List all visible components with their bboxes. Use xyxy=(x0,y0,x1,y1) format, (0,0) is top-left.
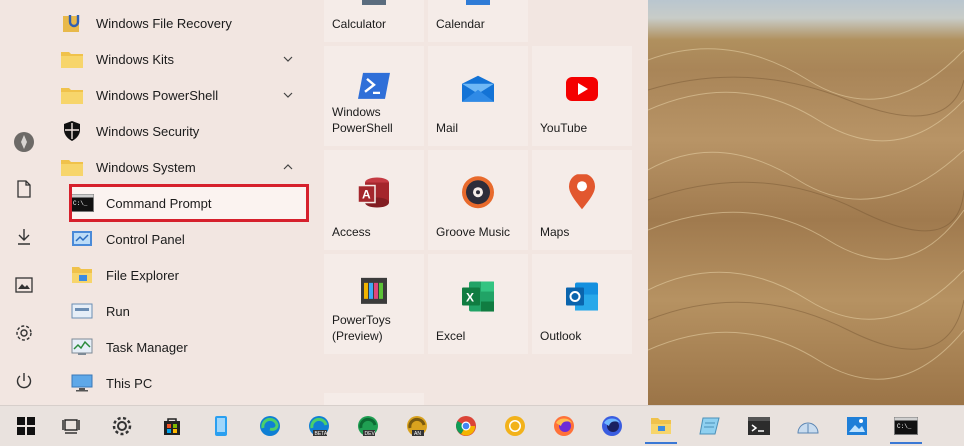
folder-icon xyxy=(60,47,84,71)
svg-text:AN: AN xyxy=(414,431,421,437)
edge-icon[interactable] xyxy=(254,410,286,442)
firefox-icon[interactable] xyxy=(548,410,580,442)
app-windows-kits[interactable]: Windows Kits xyxy=(60,41,308,77)
svg-text:X: X xyxy=(466,291,474,305)
tile-groove-music[interactable]: Groove Music xyxy=(428,150,528,250)
power-icon[interactable] xyxy=(8,365,40,397)
edge-beta-icon[interactable]: BETA xyxy=(303,410,335,442)
app-task-manager[interactable]: Task Manager xyxy=(70,329,308,365)
shield-icon xyxy=(60,119,84,143)
app-run[interactable]: Run xyxy=(70,293,308,329)
youtube-icon xyxy=(565,76,599,107)
folder-icon xyxy=(60,155,84,179)
groove-music-icon xyxy=(460,174,496,215)
app-windows-security[interactable]: Windows Security xyxy=(60,113,308,149)
start-rail xyxy=(0,0,48,405)
tile-mail[interactable]: Mail xyxy=(428,46,528,146)
this-pc-icon xyxy=(70,371,94,395)
app-command-prompt[interactable]: C:\_ Command Prompt xyxy=(69,184,309,222)
pictures-icon[interactable] xyxy=(8,269,40,301)
calculator-icon xyxy=(360,0,388,12)
powertoys-icon xyxy=(360,277,388,310)
firefox-nightly-icon[interactable] xyxy=(596,410,628,442)
outlook-icon xyxy=(565,281,599,318)
photos-icon[interactable] xyxy=(841,410,873,442)
access-icon: A xyxy=(357,177,391,214)
tile-calculator[interactable]: Calculator xyxy=(324,0,424,42)
mail-icon xyxy=(460,74,496,109)
settings-icon[interactable] xyxy=(8,317,40,349)
file-explorer-icon xyxy=(70,263,94,287)
svg-text:BETA: BETA xyxy=(315,431,328,437)
phone-icon[interactable] xyxy=(205,410,237,442)
powershell-icon xyxy=(357,72,391,105)
command-prompt-icon[interactable]: C:\_ xyxy=(890,410,922,444)
tile-partial[interactable] xyxy=(324,393,424,405)
run-icon xyxy=(70,299,94,323)
app-this-pc[interactable]: This PC xyxy=(70,365,308,401)
task-view-icon[interactable] xyxy=(55,410,87,442)
edge-dev-icon[interactable]: DEV xyxy=(352,410,384,442)
start-icon[interactable] xyxy=(8,410,44,442)
command-prompt-icon: C:\_ xyxy=(70,191,94,215)
svg-text:A: A xyxy=(362,188,371,202)
taskbar: BETA DEV AN C:\_ xyxy=(0,405,964,446)
excel-icon: X xyxy=(461,281,495,318)
downloads-icon[interactable] xyxy=(8,221,40,253)
file-explorer-icon[interactable] xyxy=(645,410,677,444)
tile-youtube[interactable]: YouTube xyxy=(532,46,632,146)
documents-icon[interactable] xyxy=(8,173,40,205)
tile-access[interactable]: A Access xyxy=(324,150,424,250)
terminal-icon[interactable] xyxy=(743,410,775,442)
svg-text:C:\_: C:\_ xyxy=(897,423,912,430)
chevron-up-icon[interactable] xyxy=(282,161,294,173)
app-file-explorer[interactable]: File Explorer xyxy=(70,257,308,293)
tile-powertoys[interactable]: PowerToys (Preview) xyxy=(324,254,424,354)
desktop-wallpaper xyxy=(648,0,964,405)
snip-icon[interactable] xyxy=(792,410,824,442)
notepad-icon[interactable] xyxy=(694,410,726,442)
chevron-down-icon[interactable] xyxy=(282,89,294,101)
app-windows-powershell-folder[interactable]: Windows PowerShell xyxy=(60,77,308,113)
app-windows-system-folder[interactable]: Windows System xyxy=(60,149,308,185)
tile-outlook[interactable]: Outlook xyxy=(532,254,632,354)
chevron-down-icon[interactable] xyxy=(282,53,294,65)
edge-canary-icon[interactable]: AN xyxy=(401,410,433,442)
settings-icon[interactable] xyxy=(106,410,138,442)
tile-windows-powershell[interactable]: Windows PowerShell xyxy=(324,46,424,146)
svg-text:C:\_: C:\_ xyxy=(73,200,88,207)
tile-calendar[interactable]: Calendar xyxy=(428,0,528,42)
file-recovery-icon xyxy=(60,11,84,35)
store-icon[interactable] xyxy=(156,410,188,442)
chrome-canary-icon[interactable] xyxy=(499,410,531,442)
user-avatar-icon[interactable] xyxy=(8,126,40,158)
tile-excel[interactable]: X Excel xyxy=(428,254,528,354)
folder-icon xyxy=(60,83,84,107)
app-control-panel[interactable]: Control Panel xyxy=(70,221,308,257)
svg-text:DEV: DEV xyxy=(365,431,376,437)
chrome-icon[interactable] xyxy=(450,410,482,442)
app-windows-file-recovery[interactable]: Windows File Recovery xyxy=(60,5,308,41)
tile-grid: Calculator Calendar Windows PowerShell M… xyxy=(324,0,634,405)
task-manager-icon xyxy=(70,335,94,359)
control-panel-icon xyxy=(70,227,94,251)
app-list: Windows File Recovery Windows Kits Windo… xyxy=(48,0,320,405)
start-menu: Windows File Recovery Windows Kits Windo… xyxy=(0,0,648,405)
maps-icon xyxy=(567,173,597,215)
calendar-icon xyxy=(464,0,492,12)
tile-maps[interactable]: Maps xyxy=(532,150,632,250)
